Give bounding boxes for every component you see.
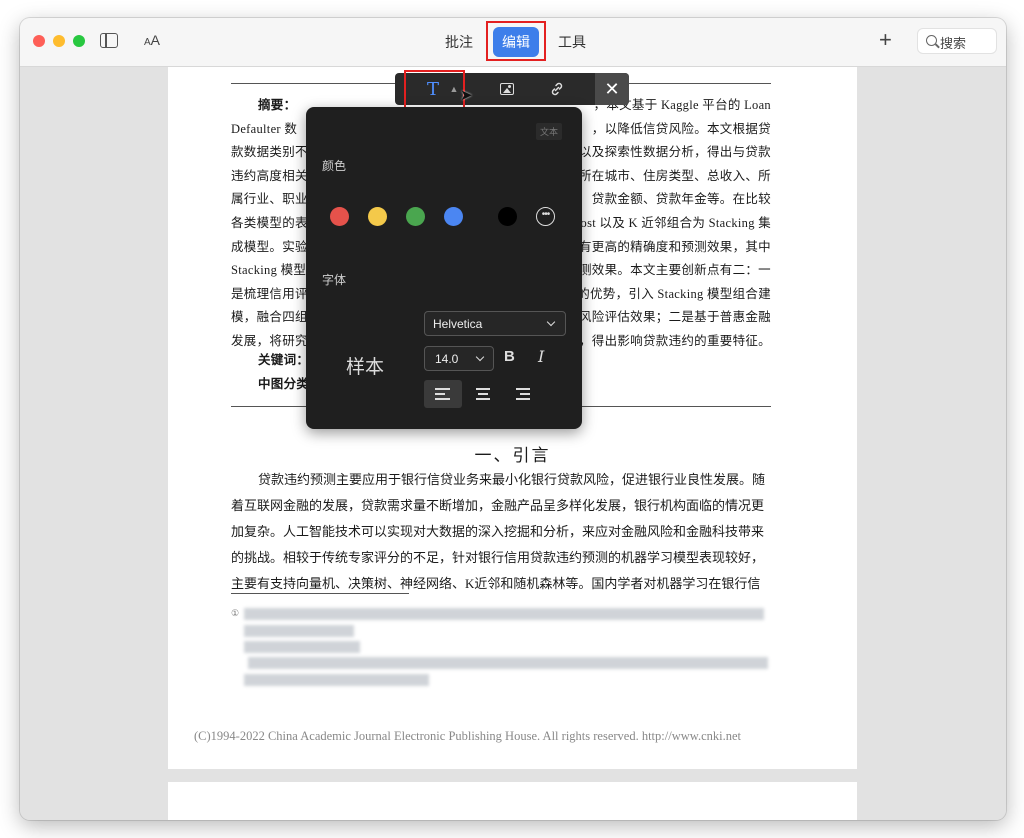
abstract-line: 模，融合四组 (231, 310, 308, 325)
abstract-line: 摘要： (258, 98, 297, 112)
footnote-rule (231, 593, 409, 594)
color-label: 颜色 (322, 159, 347, 173)
classification-label: 中图分类 (258, 377, 310, 391)
title-bar: AA 批注 编辑 工具 + 搜索 (20, 18, 1006, 67)
abstract-line: 款数据类别不 (231, 145, 308, 160)
abstract-line-right: 所在城市、住房类型、总收入、所 (578, 168, 771, 183)
search-placeholder: 搜索 (940, 36, 967, 51)
close-edit-toolbar-button[interactable]: ✕ (595, 73, 629, 105)
link-icon (551, 82, 563, 96)
zoom-window-button[interactable] (73, 35, 85, 47)
abstract-line-right: ，得出影响贷款违约的重要特征。 (578, 334, 771, 348)
abstract-line: 是梳理信用评 (231, 286, 308, 301)
abstract-line-right: 测效果。本文主要创新点有二：一 (578, 263, 771, 278)
abstract-line-right: 的优势，引入 Stacking 模型组合建 (577, 286, 771, 301)
body-line: 着互联网金融的发展，贷款需求量不断增加，金融产品呈多样化发展，银行机构面临的情况… (231, 498, 765, 513)
mouse-cursor-icon: ➤ (460, 87, 473, 104)
abstract-line: 各类模型的表 (231, 216, 308, 230)
next-page (168, 782, 857, 820)
align-right-button[interactable] (504, 380, 542, 408)
image-tool-button[interactable] (487, 73, 527, 105)
body-line: 的挑战。相较于传统专家评分的不足，针对银行信用贷款违约预测的机器学习模型表现较好… (231, 550, 765, 565)
link-tool-button[interactable] (537, 73, 577, 105)
chevron-down-icon (475, 352, 485, 362)
italic-button[interactable]: I (538, 347, 544, 366)
document-area[interactable]: 摘要： Defaulter 数款数据类别不 违约高度相关 属行业、职业 各类模型的表 成模… (20, 67, 1006, 820)
add-icon[interactable]: + (879, 29, 892, 51)
color-swatch[interactable] (330, 207, 349, 226)
highlight-box-text-tool (404, 70, 465, 110)
color-swatch[interactable] (444, 207, 463, 226)
font-size-select[interactable]: 14.0 (424, 346, 494, 371)
font-family-value: Helvetica (433, 317, 483, 331)
align-left-button[interactable] (424, 380, 462, 408)
abstract-line-right: ，以降低信贷风险。本文根据贷 (591, 121, 771, 136)
tab-annotate[interactable]: 批注 (436, 27, 482, 57)
font-family-select[interactable]: Helvetica (424, 311, 566, 336)
abstract-line-right: 有更高的精确度和预测效果，其中 (578, 239, 771, 254)
close-window-button[interactable] (33, 35, 45, 47)
abstract-line: 属行业、职业 (231, 192, 308, 207)
image-icon (500, 83, 514, 95)
copyright-footer: (C)1994-2022 China Academic Journal Elec… (194, 729, 742, 743)
app-window: AA 批注 编辑 工具 + 搜索 摘要： Defaulter 数款数据类别不 违约高… (20, 18, 1006, 820)
color-swatch[interactable] (368, 207, 387, 226)
minimize-window-button[interactable] (53, 35, 65, 47)
font-sample: 样本 (346, 357, 385, 378)
abstract-line-right: 风险评估效果；二是基于普惠金融 (578, 310, 771, 325)
abstract-line: Stacking 模型 (231, 263, 307, 278)
text-size-icon[interactable]: AA (144, 32, 160, 48)
abstract-line-right: 以及探索性数据分析，得出与贷款 (578, 145, 771, 160)
abstract-line: Defaulter 数 (231, 121, 298, 136)
section-title: 一、引言 (474, 446, 551, 465)
sidebar-toggle-icon[interactable] (100, 33, 118, 48)
highlight-box-edit (486, 21, 546, 61)
abstract-line-right: 贷款金额、贷款年金等。在比较 (591, 192, 771, 207)
font-size-value: 14.0 (435, 352, 459, 366)
chevron-down-icon (546, 317, 556, 327)
abstract-line: 违约高度相关 (231, 168, 308, 183)
align-center-button[interactable] (464, 380, 502, 408)
keywords-label: 关键词： (258, 353, 310, 367)
abstract-line-right: ost 以及 K 近邻组合为 Stacking 集 (580, 216, 771, 230)
color-swatch[interactable] (498, 207, 517, 226)
tab-tools[interactable]: 工具 (549, 27, 595, 57)
bold-button[interactable]: B (504, 348, 515, 365)
font-label: 字体 (322, 273, 347, 287)
text-properties-panel: 文本 颜色 ••• 字体 Helvetica 样本 14.0 B I (306, 107, 582, 429)
body-line: 贷款违约预测主要应用于银行信贷业务来最小化银行贷款风险，促进银行业良性发展。随 (258, 472, 766, 487)
color-swatch[interactable] (406, 207, 425, 226)
panel-tag: 文本 (536, 123, 563, 140)
body-line: 加复杂。人工智能技术可以实现对大数据的深入挖掘和分析，来应对金融风险和金融科技带… (231, 524, 765, 539)
search-icon (926, 35, 937, 46)
footnote-mark: ① (231, 608, 240, 618)
abstract-line: 成模型。实验 (231, 239, 308, 254)
more-colors-icon[interactable]: ••• (536, 207, 555, 226)
search-field[interactable]: 搜索 (917, 28, 997, 54)
